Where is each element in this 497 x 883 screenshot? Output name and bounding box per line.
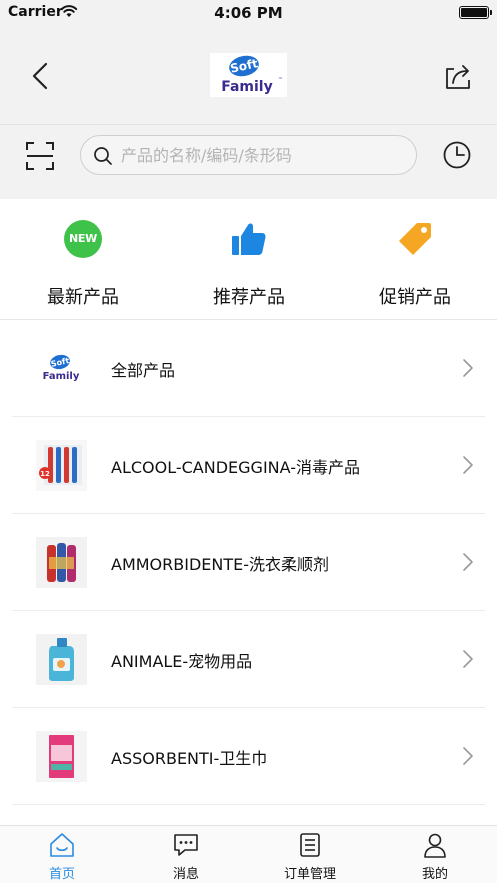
nav-bar: Soft Family ™: [0, 26, 497, 124]
back-button[interactable]: [20, 56, 60, 96]
search-input[interactable]: [121, 142, 401, 168]
share-icon: [446, 65, 470, 89]
status-bar: Carrier 4:06 PM: [0, 0, 497, 26]
thumbs-up-icon: [232, 223, 266, 255]
user-icon: [424, 833, 446, 858]
tab-orders[interactable]: 订单管理: [248, 826, 372, 883]
list-item[interactable]: ASSORBENTI-卫生巾: [0, 708, 497, 805]
chevron-right-icon: [463, 650, 473, 668]
svg-text:12: 12: [40, 470, 50, 478]
chevron-right-icon: [463, 747, 473, 765]
category-label: AMMORBIDENTE-洗衣柔顺剂: [111, 555, 330, 574]
category-label: ALCOOL-CANDEGGINA-消毒产品: [111, 458, 360, 477]
battery-icon: [459, 6, 492, 19]
order-list-icon: [300, 833, 320, 857]
quick-links: NEW 最新产品 推荐产品 促销产品: [0, 199, 497, 319]
search-box[interactable]: [80, 135, 417, 175]
category-label: ASSORBENTI-卫生巾: [111, 749, 268, 768]
search-bar: [0, 125, 497, 199]
home-icon: [50, 833, 74, 857]
share-button[interactable]: [438, 56, 478, 96]
new-badge-icon: NEW: [63, 219, 103, 259]
category-thumbnail: 12: [36, 440, 87, 491]
category-label: 全部产品: [111, 361, 176, 380]
clock-icon: [443, 141, 471, 169]
category-thumbnail: [36, 731, 87, 782]
scan-button[interactable]: [22, 138, 58, 174]
row-divider: [12, 804, 485, 805]
tab-messages[interactable]: 消息: [124, 826, 248, 883]
category-label: ANIMALE-宠物用品: [111, 652, 253, 671]
tab-bar: 首页 消息 订单管理 我的: [0, 825, 497, 883]
price-tag-icon: [399, 223, 431, 255]
logo-text-family: Family: [221, 79, 273, 95]
quick-link-label: 最新产品: [47, 287, 119, 308]
message-icon: [174, 834, 198, 856]
quick-link-promotion[interactable]: 促销产品: [332, 199, 497, 319]
svg-text:Family: Family: [43, 371, 80, 382]
tab-label: 首页: [48, 867, 75, 882]
quick-link-recommended[interactable]: 推荐产品: [166, 199, 332, 319]
chevron-right-icon: [463, 553, 473, 571]
tab-label: 我的: [421, 867, 448, 882]
chevron-right-icon: [463, 359, 473, 377]
svg-text:™: ™: [278, 77, 283, 83]
tab-label: 消息: [172, 867, 199, 882]
tab-profile[interactable]: 我的: [373, 826, 497, 883]
quick-link-new-products[interactable]: NEW 最新产品: [0, 199, 166, 319]
tab-home[interactable]: 首页: [0, 826, 124, 883]
quick-link-label: 促销产品: [379, 287, 451, 308]
scan-icon: [26, 142, 54, 170]
category-thumbnail: Soft Family: [36, 343, 87, 394]
status-time: 4:06 PM: [214, 4, 283, 22]
tab-label: 订单管理: [283, 867, 336, 882]
category-thumbnail: [36, 537, 87, 588]
category-thumbnail: [36, 634, 87, 685]
chevron-right-icon: [463, 456, 473, 474]
brand-logo: Soft Family ™: [210, 53, 287, 97]
list-item[interactable]: ANIMALE-宠物用品: [0, 611, 497, 708]
chevron-left-icon: [32, 62, 48, 90]
history-button[interactable]: [439, 137, 475, 173]
search-icon: [94, 147, 112, 165]
list-item[interactable]: AMMORBIDENTE-洗衣柔顺剂: [0, 514, 497, 611]
list-item[interactable]: 12 ALCOOL-CANDEGGINA-消毒产品: [0, 417, 497, 514]
list-item[interactable]: Soft Family 全部产品: [0, 320, 497, 417]
quick-link-label: 推荐产品: [213, 287, 285, 308]
